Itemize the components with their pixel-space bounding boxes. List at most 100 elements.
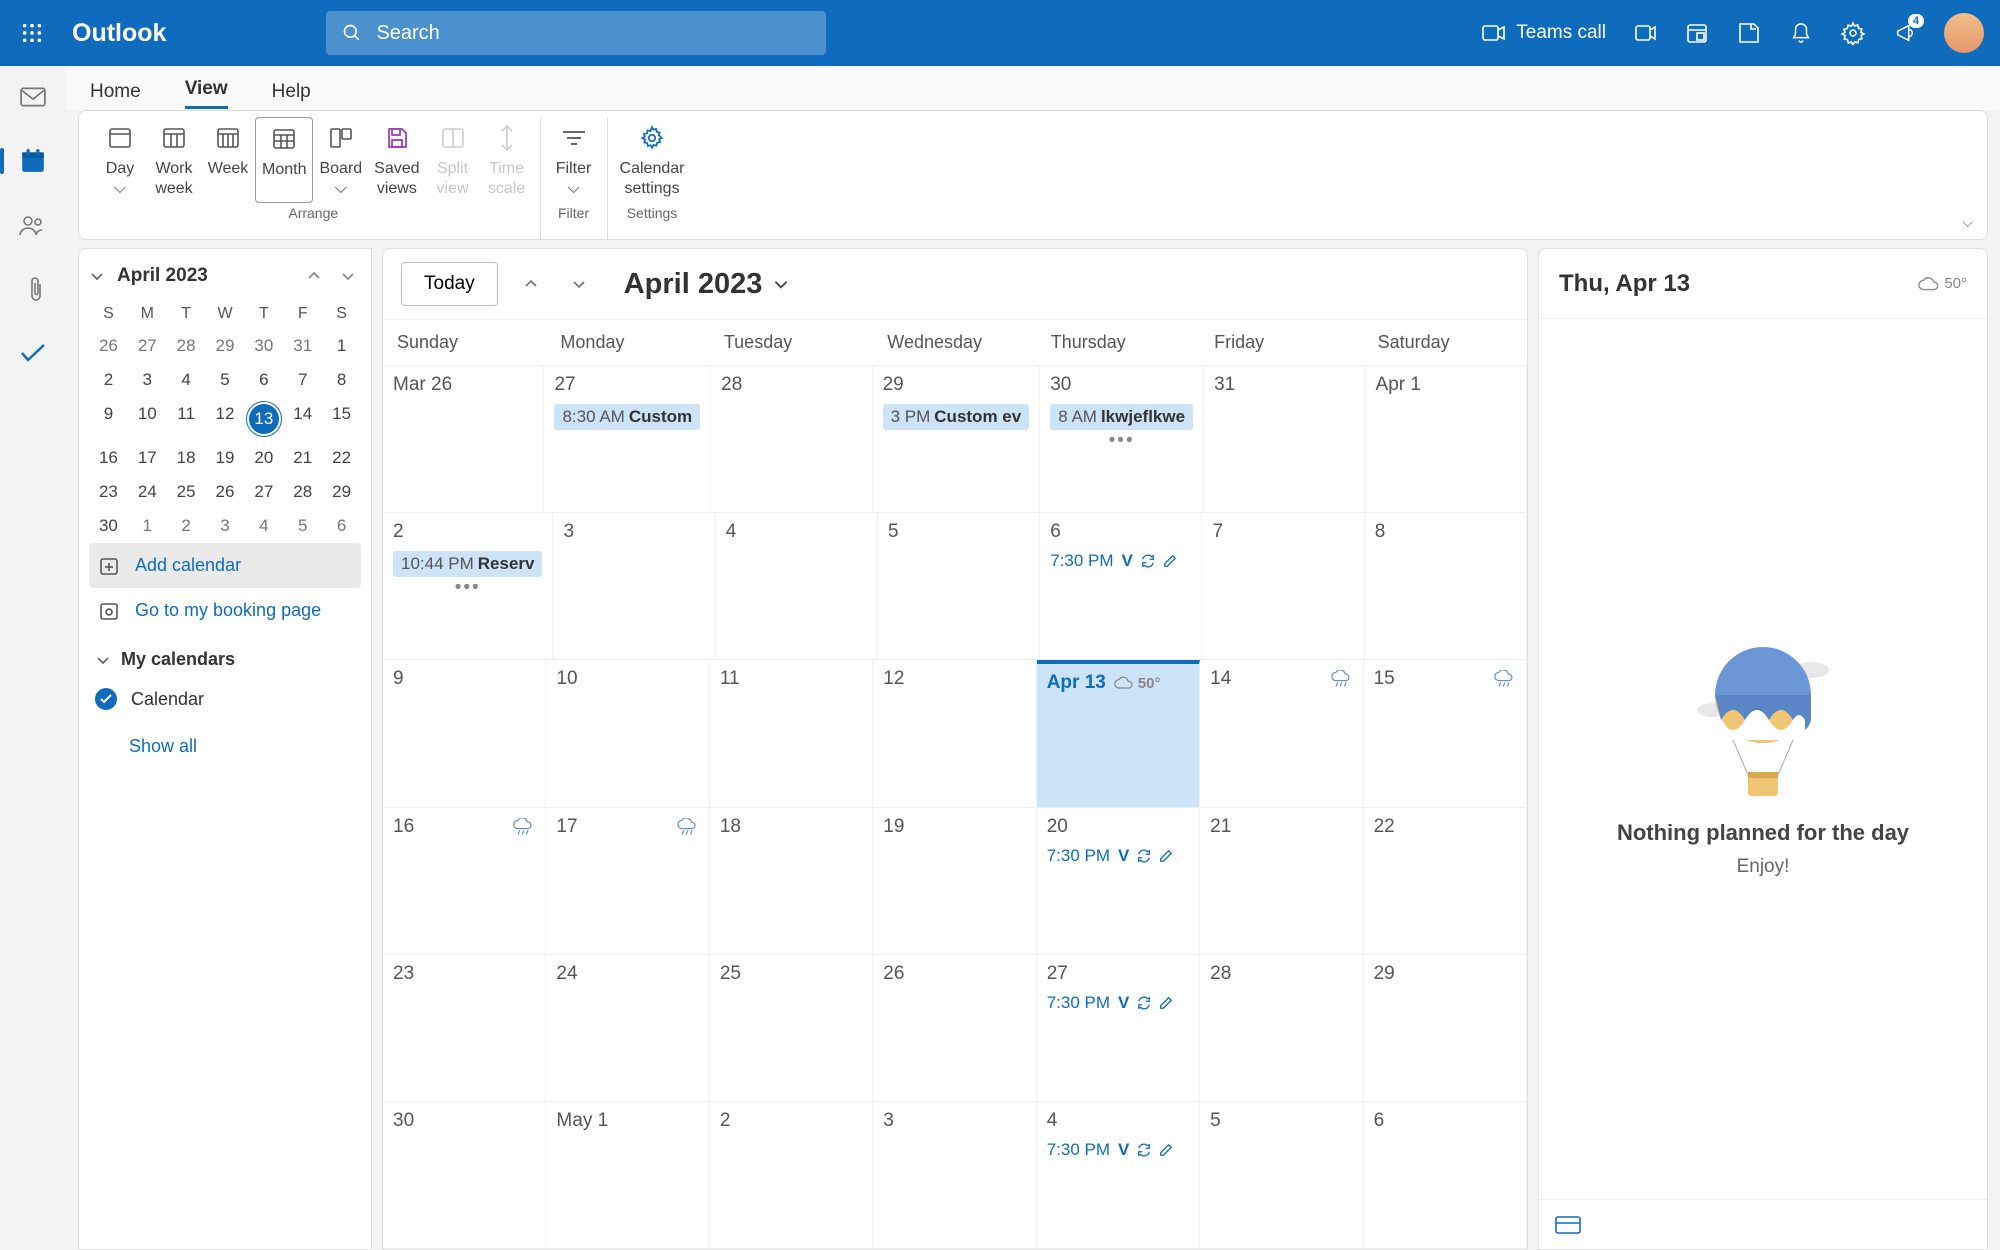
calendar-day[interactable]: 308 AMlkwjeflkwe••• — [1040, 366, 1204, 512]
calendar-day[interactable]: 10 — [546, 660, 709, 806]
mini-day[interactable]: 24 — [128, 475, 167, 509]
calendar-day[interactable]: 67:30 PMV — [1040, 513, 1202, 659]
calendar-title[interactable]: April 2023 — [624, 268, 791, 301]
calendar-day[interactable]: 19 — [873, 808, 1036, 954]
mini-prev-button[interactable] — [301, 263, 327, 289]
calendar-day[interactable]: 26 — [873, 955, 1036, 1101]
add-calendar-link[interactable]: Add calendar — [89, 543, 361, 588]
search-input[interactable] — [376, 22, 810, 45]
mini-day[interactable]: 3 — [206, 509, 245, 543]
mini-day[interactable]: 5 — [206, 363, 245, 397]
event[interactable]: 7:30 PMV — [1047, 846, 1189, 866]
calendar-day[interactable]: 18 — [710, 808, 873, 954]
mini-day[interactable]: 21 — [283, 441, 322, 475]
footer-card-icon[interactable] — [1555, 1216, 1581, 1234]
calendar-day[interactable]: 207:30 PMV — [1037, 808, 1200, 954]
mini-day[interactable]: 31 — [283, 329, 322, 363]
tips-icon[interactable] — [1736, 20, 1762, 46]
event[interactable]: 8 AMlkwjeflkwe — [1050, 404, 1193, 430]
today-button[interactable]: Today — [401, 262, 498, 306]
mini-day[interactable]: 16 — [89, 441, 128, 475]
calendar-day[interactable]: 28 — [711, 366, 872, 512]
mini-day[interactable]: 30 — [89, 509, 128, 543]
calendar-day[interactable]: 293 PMCustom ev — [873, 366, 1041, 512]
mini-day[interactable]: 26 — [206, 475, 245, 509]
event[interactable]: 10:44 PMReserv — [393, 551, 542, 577]
my-calendars-section[interactable]: My calendars — [89, 633, 361, 680]
mini-day[interactable]: 19 — [206, 441, 245, 475]
notifications-icon[interactable] — [1788, 20, 1814, 46]
mini-collapse-icon[interactable] — [89, 268, 105, 284]
mini-day[interactable]: 29 — [206, 329, 245, 363]
mini-day[interactable]: 30 — [244, 329, 283, 363]
booking-link[interactable]: Go to my booking page — [89, 588, 361, 633]
calendar-day[interactable]: 21 — [1200, 808, 1363, 954]
calendar-day[interactable]: 23 — [383, 955, 546, 1101]
mini-day[interactable]: 10 — [128, 397, 167, 441]
calendar-day[interactable]: 5 — [878, 513, 1040, 659]
saved-views-button[interactable]: Savedviews — [368, 117, 425, 203]
calendar-day[interactable]: Apr 1 — [1366, 366, 1527, 512]
rail-mail[interactable] — [16, 80, 50, 114]
calendar-day[interactable]: 5 — [1200, 1102, 1363, 1248]
mini-day[interactable]: 23 — [89, 475, 128, 509]
calendar-day[interactable]: 2 — [710, 1102, 873, 1248]
meet-now-icon[interactable] — [1632, 20, 1658, 46]
calendar-day[interactable]: 17 — [546, 808, 709, 954]
calendar-day[interactable]: 277:30 PMV — [1037, 955, 1200, 1101]
app-launcher[interactable] — [16, 17, 48, 49]
mini-day[interactable]: 6 — [322, 509, 361, 543]
calendar-day[interactable]: Mar 26 — [383, 366, 544, 512]
mini-day[interactable]: 2 — [167, 509, 206, 543]
mini-day[interactable]: 27 — [128, 329, 167, 363]
event[interactable]: 7:30 PMV — [1047, 993, 1189, 1013]
mini-day[interactable]: 7 — [283, 363, 322, 397]
calendar-day[interactable]: 30 — [383, 1102, 546, 1248]
view-board-button[interactable]: Board⌵ — [313, 117, 368, 203]
mini-next-button[interactable] — [335, 263, 361, 289]
calendar-day[interactable]: 29 — [1364, 955, 1527, 1101]
mini-day[interactable]: 4 — [244, 509, 283, 543]
mini-day[interactable]: 17 — [128, 441, 167, 475]
mini-day[interactable]: 6 — [244, 363, 283, 397]
mini-day[interactable]: 13 — [244, 397, 283, 441]
mini-day[interactable]: 11 — [167, 397, 206, 441]
calendar-day[interactable]: 22 — [1364, 808, 1527, 954]
avatar[interactable] — [1944, 13, 1984, 53]
tab-help[interactable]: Help — [272, 81, 311, 109]
more-events[interactable]: ••• — [393, 577, 542, 599]
calendar-day[interactable]: 9 — [383, 660, 546, 806]
view-month-button[interactable]: Month — [255, 117, 313, 203]
calendar-checkbox[interactable] — [95, 688, 117, 710]
calendar-list-item[interactable]: Calendar — [89, 680, 361, 718]
mini-day[interactable]: 28 — [167, 329, 206, 363]
calendar-day[interactable]: 14 — [1200, 660, 1363, 806]
mini-day[interactable]: 22 — [322, 441, 361, 475]
calendar-day[interactable]: 11 — [710, 660, 873, 806]
mini-day[interactable]: 29 — [322, 475, 361, 509]
mini-day[interactable]: 4 — [167, 363, 206, 397]
whatsnew-icon[interactable]: 4 — [1892, 20, 1918, 46]
calendar-day[interactable]: 25 — [710, 955, 873, 1101]
mini-day[interactable]: 18 — [167, 441, 206, 475]
next-month-button[interactable] — [564, 269, 594, 299]
calendar-day[interactable]: 12 — [873, 660, 1036, 806]
mini-day[interactable]: 8 — [322, 363, 361, 397]
mini-day[interactable]: 25 — [167, 475, 206, 509]
calendar-day[interactable]: 8 — [1365, 513, 1527, 659]
my-day-icon[interactable] — [1684, 20, 1710, 46]
calendar-day[interactable]: May 1 — [546, 1102, 709, 1248]
filter-button[interactable]: Filter⌵ — [547, 117, 601, 203]
mini-day[interactable]: 28 — [283, 475, 322, 509]
calendar-settings-button[interactable]: Calendarsettings — [614, 117, 691, 203]
rail-files[interactable] — [16, 272, 50, 306]
calendar-day[interactable]: 31 — [1204, 366, 1365, 512]
teams-call-button[interactable]: Teams call — [1482, 22, 1606, 44]
more-events[interactable]: ••• — [1050, 430, 1193, 452]
mini-day[interactable]: 3 — [128, 363, 167, 397]
view-workweek-button[interactable]: Workweek — [147, 117, 201, 203]
calendar-day[interactable]: 278:30 AMCustom — [544, 366, 711, 512]
show-all-link[interactable]: Show all — [89, 718, 361, 757]
ribbon-collapse[interactable]: ⌵ — [1948, 206, 1987, 239]
calendar-day[interactable]: Apr 13 50° — [1037, 660, 1200, 806]
